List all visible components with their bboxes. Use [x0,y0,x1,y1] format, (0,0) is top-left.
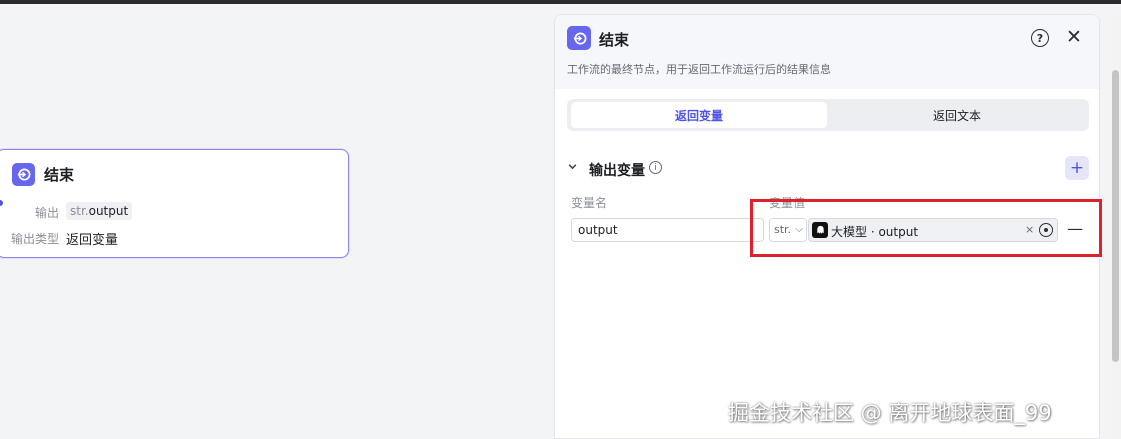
end-node-card[interactable]: 结束 输出 str.output 输出类型 返回变量 [0,149,349,258]
variable-reference-text: 大模型 · output [831,225,919,239]
remove-variable-button[interactable]: — [1067,219,1083,238]
output-variables-title: 输出变量 [589,163,645,179]
llm-node-icon [812,222,828,238]
column-header-value: 变量值 [769,196,806,210]
value-type-label: str. [774,223,792,236]
add-variable-button[interactable]: + [1065,156,1089,180]
info-icon[interactable]: i [649,161,662,174]
help-icon[interactable]: ? [1031,29,1049,47]
panel-description: 工作流的最终节点，用于返回工作流运行后的结果信息 [567,63,831,76]
node-output-tag: str.output [66,202,133,220]
scrollbar-thumb[interactable] [1112,70,1119,362]
answer-mode-tabs: 返回变量 返回文本 [567,99,1089,131]
variable-name-input[interactable]: output [571,218,764,242]
panel-header: 结束 ? ✕ 工作流的最终节点，用于返回工作流运行后的结果信息 [555,15,1099,89]
top-bar [0,0,1121,4]
end-node-icon [567,26,591,50]
node-settings-panel: 结束 ? ✕ 工作流的最终节点，用于返回工作流运行后的结果信息 返回变量 返回文… [554,14,1100,439]
node-output-type: str. [70,204,89,218]
node-output-kind-label: 输出类型 [11,232,60,246]
node-title: 结束 [44,166,75,184]
variable-reference-field[interactable]: 大模型 · output × [808,218,1058,242]
tab-return-variable[interactable]: 返回变量 [571,102,827,128]
target-icon[interactable] [1039,223,1053,237]
node-output-kind-value: 返回变量 [66,233,119,248]
chevron-down-icon[interactable] [567,161,578,175]
node-output-label: 输出 [35,206,60,220]
close-icon[interactable]: ✕ [1066,27,1082,47]
end-node-icon [12,163,35,186]
node-output-value: output [88,204,129,218]
chevron-down-icon: ⌵ [795,224,803,235]
value-type-select[interactable]: str. ⌵ [769,218,807,242]
tab-return-text[interactable]: 返回文本 [829,102,1085,128]
column-header-name: 变量名 [571,196,608,210]
clear-icon[interactable]: × [1025,223,1034,236]
panel-title[interactable]: 结束 [599,29,629,50]
watermark: 掘金技术社区 @ 离开地球表面_99 [728,401,1052,425]
